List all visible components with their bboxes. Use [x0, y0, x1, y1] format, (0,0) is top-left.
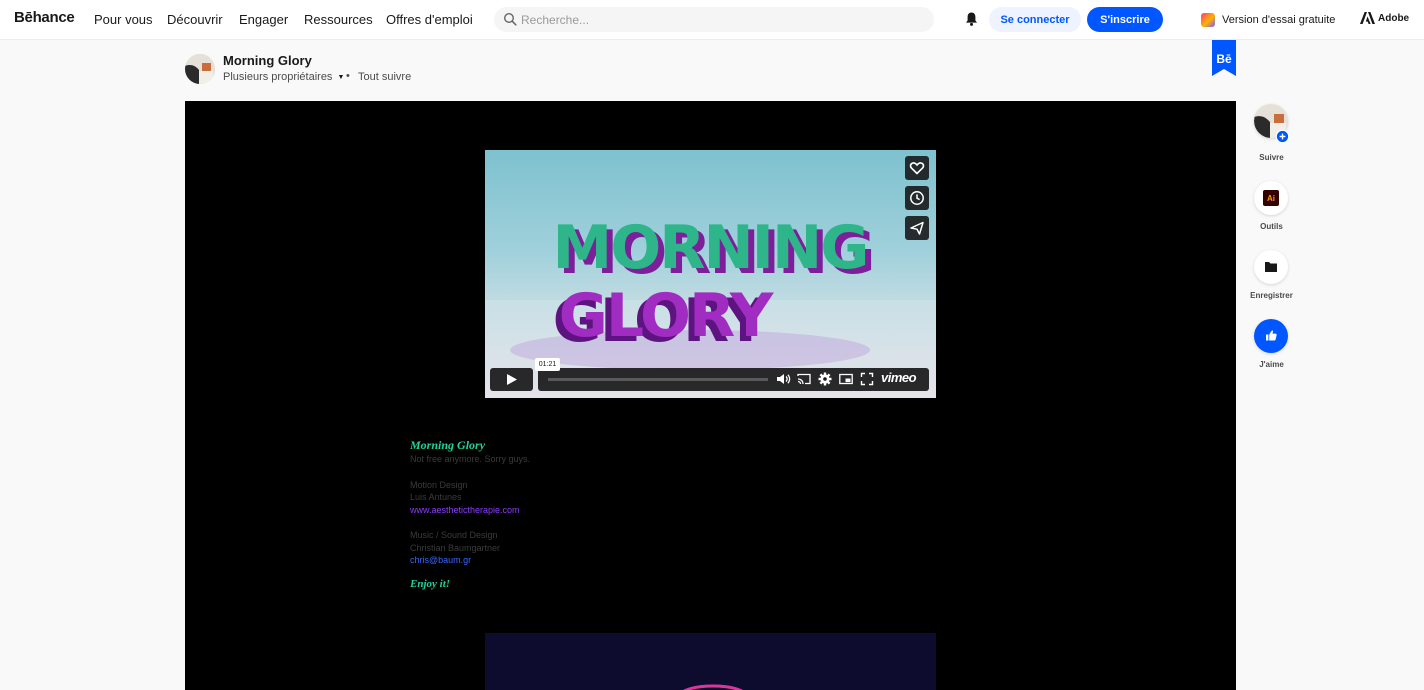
separator-dot: • [346, 70, 350, 82]
follow-avatar-button[interactable] [1254, 104, 1289, 143]
video-title-line-1: MORNING [553, 213, 868, 283]
follow-label: Suivre [1259, 153, 1284, 162]
credit-name-1: Luis Antunes [410, 492, 462, 502]
illustrator-icon: Ai [1263, 190, 1279, 206]
search-icon [503, 12, 517, 26]
like-video-button[interactable] [905, 156, 929, 180]
description-closing: Enjoy it! [410, 577, 451, 590]
share-icon [910, 221, 924, 235]
credit-role-2: Music / Sound Design [410, 530, 498, 540]
behance-logo[interactable]: Bēhance [14, 9, 75, 26]
credit-name-2: Christian Baumgartner [410, 542, 501, 553]
search-input[interactable] [521, 10, 921, 29]
clock-icon [910, 191, 924, 205]
adobe-link[interactable]: Adobe [1360, 12, 1409, 24]
adobe-logo-icon [1360, 12, 1375, 24]
save-label: Enregistrer [1250, 291, 1293, 300]
thumbs-up-icon [1266, 330, 1277, 341]
login-button[interactable]: Se connecter [989, 7, 1081, 32]
free-trial-label: Version d'essai gratuite [1222, 13, 1336, 26]
settings-gear-icon[interactable] [817, 371, 833, 387]
notification-bell-icon[interactable] [964, 11, 979, 27]
nav-link-decouvrir[interactable]: Découvrir [167, 12, 223, 27]
play-button[interactable] [490, 368, 533, 391]
credit-email-link[interactable]: chris@baum.gr [410, 554, 530, 567]
next-image-content [683, 684, 743, 690]
credit-website-link[interactable]: www.aesthetictherapie.com [410, 504, 530, 517]
heart-icon [909, 162, 925, 175]
like-label: J'aime [1259, 360, 1284, 369]
signup-button[interactable]: S'inscrire [1087, 7, 1163, 32]
watch-later-button[interactable] [905, 186, 929, 210]
save-button[interactable] [1254, 250, 1288, 284]
avatar-image [185, 54, 215, 84]
share-video-button[interactable] [905, 216, 929, 240]
project-title: Morning Glory [223, 53, 312, 68]
nav-link-engager[interactable]: Engager [239, 12, 288, 27]
progress-bar[interactable] [548, 378, 768, 381]
video-title-line-2: GLORY [559, 281, 775, 351]
owners-dropdown[interactable]: Plusieurs propriétaires ▼ [223, 71, 344, 83]
ribbon-label: Bē [1216, 52, 1232, 66]
vimeo-logo[interactable]: vimeo [881, 370, 917, 385]
project-canvas: MORNING MORNING GLORY GLORY 01:21 vimeo … [185, 101, 1236, 690]
plus-icon [1276, 130, 1289, 143]
credit-role-1: Motion Design [410, 479, 468, 490]
top-navigation: Bēhance Pour vous Découvrir Engager Ress… [0, 0, 1424, 40]
nav-link-pour-vous[interactable]: Pour vous [94, 12, 153, 27]
description-subtitle: Not free anymore. Sorry guys. [410, 454, 531, 464]
owners-avatar[interactable] [185, 54, 215, 84]
next-project-image [485, 633, 936, 690]
nav-link-ressources[interactable]: Ressources [304, 12, 373, 27]
fullscreen-icon[interactable] [859, 371, 875, 387]
vimeo-video-player[interactable]: MORNING MORNING GLORY GLORY 01:21 vimeo [485, 150, 936, 398]
creative-cloud-icon [1201, 12, 1215, 27]
description-title: Morning Glory [410, 438, 486, 452]
nav-link-offres-emploi[interactable]: Offres d'emploi [386, 12, 473, 27]
volume-icon[interactable] [775, 371, 791, 387]
behance-ribbon[interactable]: Bē [1212, 40, 1236, 76]
adobe-label: Adobe [1378, 12, 1410, 24]
owners-label: Plusieurs propriétaires [223, 71, 333, 83]
free-trial-button[interactable]: Version d'essai gratuite [1190, 7, 1350, 32]
tools-button[interactable]: Ai [1254, 181, 1288, 215]
timecode-tooltip: 01:21 [535, 358, 560, 371]
like-button[interactable] [1254, 319, 1288, 353]
caret-down-icon: ▼ [337, 73, 345, 81]
cast-icon[interactable] [796, 371, 812, 387]
folder-icon [1265, 262, 1277, 272]
project-description: Morning Glory Not free anymore. Sorry gu… [410, 438, 530, 590]
play-icon [507, 374, 517, 385]
picture-in-picture-icon[interactable] [838, 371, 854, 387]
search-box [494, 7, 934, 32]
tools-label: Outils [1260, 222, 1283, 231]
follow-all-link[interactable]: Tout suivre [358, 71, 411, 83]
